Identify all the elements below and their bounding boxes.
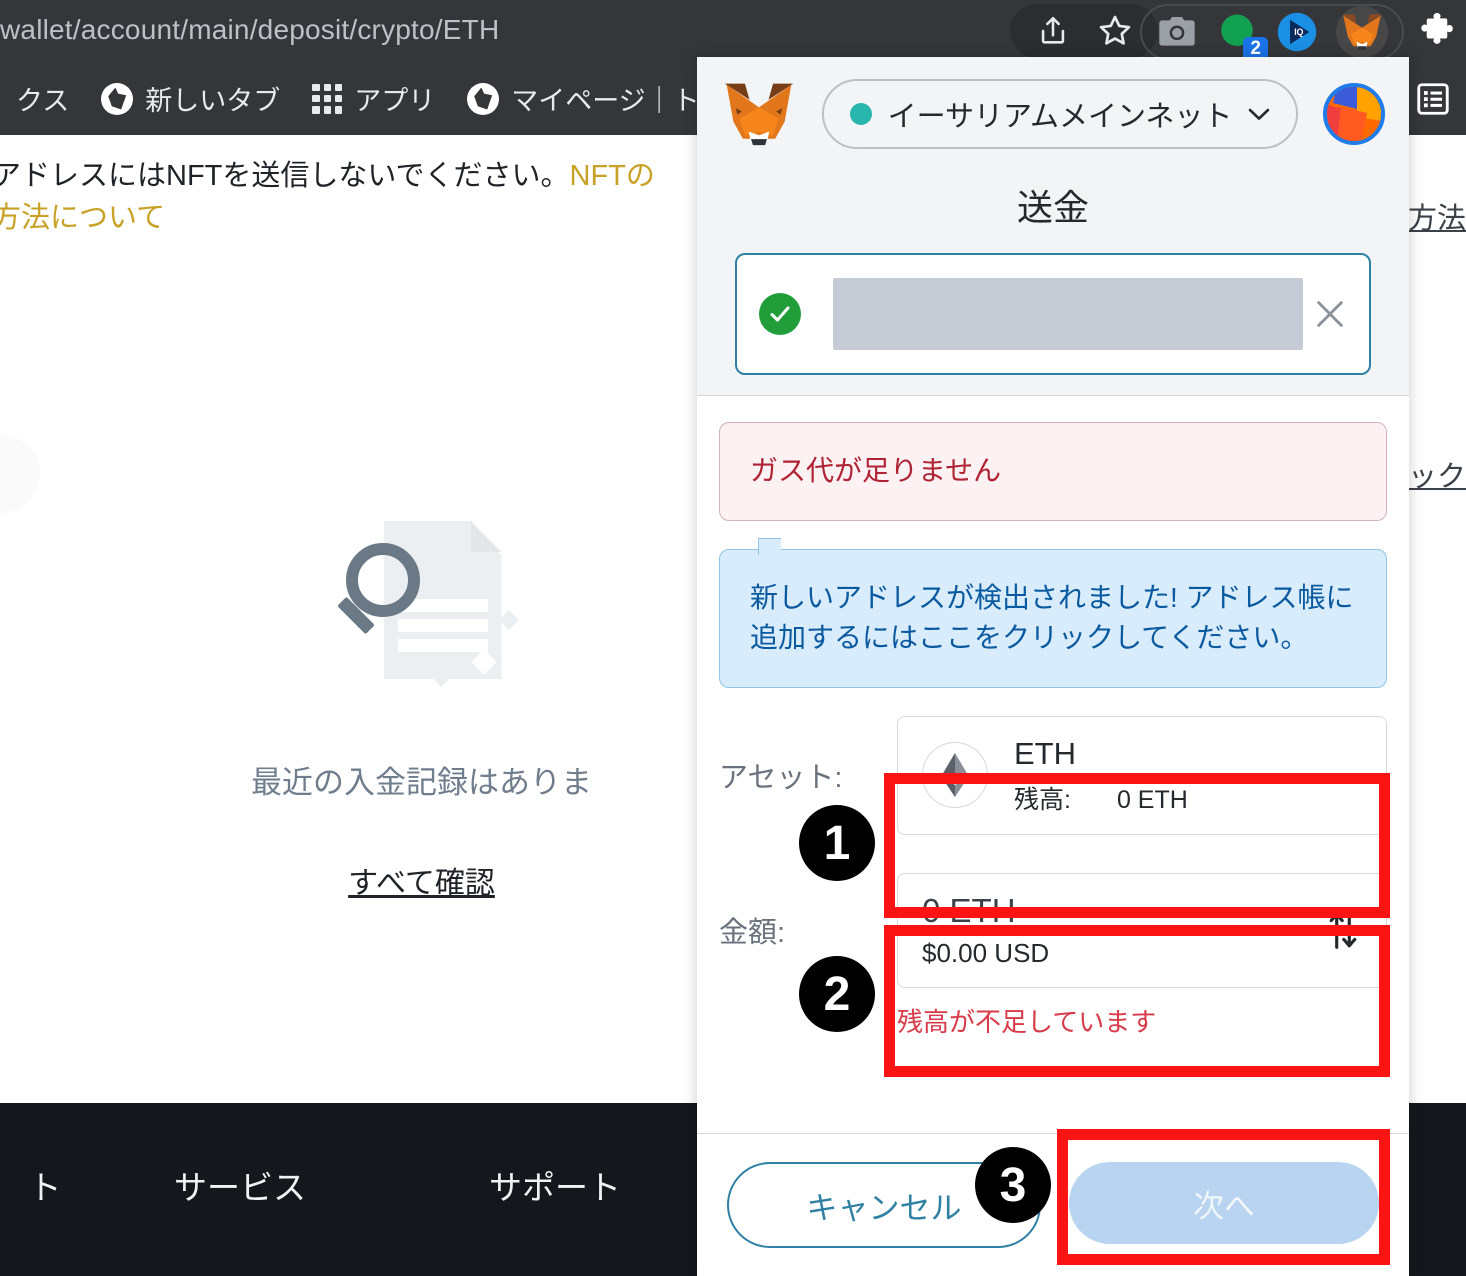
step-badge-2: 2 [799,956,875,1032]
asset-balance: 残高: 0 ETH [1014,780,1188,816]
footer-link-0[interactable]: ト [0,1161,90,1209]
gas-error-alert: ガス代が足りません [719,422,1387,521]
new-address-info-alert[interactable]: 新しいアドレスが検出されました! アドレス帳に追加するにはここをクリックしてくだ… [719,537,1387,688]
network-name: イーサリアムメインネット [887,101,1233,133]
bookmark-label: 新しいタブ [145,86,281,116]
step-badge-3: 3 [975,1147,1051,1223]
amount-secondary-value: $0.00 USD [922,937,1050,968]
metamask-body: ガス代が足りません 新しいアドレスが検出されました! アドレス帳に追加するにはこ… [697,396,1409,1133]
network-status-dot [849,103,872,125]
footer-link-1[interactable]: サービス [90,1161,390,1209]
globe-icon [467,82,500,115]
iq-extension-icon[interactable]: IQ [1276,11,1318,53]
bookmark-item-0[interactable]: クス [0,79,85,118]
swap-currency-icon[interactable] [1324,908,1362,952]
network-selector[interactable]: イーサリアムメインネット [821,79,1299,149]
share-icon[interactable] [1032,10,1074,52]
asset-symbol: ETH [1014,735,1076,771]
new-address-info-text: 新しいアドレスが検出されました! アドレス帳に追加するにはここをクリックしてくだ… [750,581,1354,654]
page-title: 送金 [1016,187,1089,228]
nft-warning-text: アドレスにはNFTを送信しないでください。NFTの 方法について [0,155,692,239]
amount-input[interactable]: 0 ETH $0.00 USD [897,872,1387,988]
view-all-link[interactable]: すべて確認 [348,858,495,902]
metamask-popup: イーサリアムメインネット 送金 ガス代が足りません 新しいアドレスが検出されまし… [697,57,1409,1276]
reading-list-icon[interactable] [1412,78,1454,120]
next-button[interactable]: 次へ [1069,1162,1379,1244]
url-action-group [1010,4,1158,58]
check-circle-icon [759,293,801,335]
empty-state: 最近の入金記録はありま すべて確認 [0,515,733,902]
footer-link-2[interactable]: サポート [390,1161,720,1209]
amount-label: 金額: [719,917,786,950]
amount-primary-value: 0 ETH [922,891,1016,929]
step-badge-1: 1 [799,805,875,881]
metamask-footer: キャンセル 次へ [697,1133,1409,1276]
bookmark-item-apps[interactable]: アプリ [296,79,451,118]
extensions-puzzle-icon[interactable] [1414,10,1460,56]
browser-url-bar: wallet/account/main/deposit/crypto/ETH 2… [0,0,1466,62]
alert-nub [758,537,781,555]
star-icon[interactable] [1094,10,1136,52]
metamask-fox-icon [721,79,797,149]
decorative-circle [0,435,40,513]
warning-link-2[interactable]: 方法について [0,202,165,234]
metamask-topbar: イーサリアムメインネット [721,79,1385,149]
no-records-illustration [322,515,532,715]
magnifier-icon [345,543,420,617]
chevron-down-icon [1248,108,1270,121]
warning-body: アドレスにはNFTを送信しないでください。 [0,160,570,192]
close-x-icon[interactable] [1313,297,1347,331]
metamask-fox-icon[interactable] [1336,6,1388,58]
url-text[interactable]: wallet/account/main/deposit/crypto/ETH [0,14,499,46]
balance-label: 残高: [1014,785,1071,814]
asset-label: アセット: [719,762,843,795]
screen-root: wallet/account/main/deposit/crypto/ETH 2… [0,0,1466,1276]
bookmark-item-new-tab[interactable]: 新しいタブ [85,79,296,118]
ethereum-diamond-icon [922,742,988,809]
amount-row: 金額: 0 ETH $0.00 USD [697,872,1409,988]
extensions-group: 2 IQ [1140,4,1404,61]
account-avatar[interactable] [1323,83,1385,145]
document-fold [470,521,502,552]
bookmark-label: アプリ [354,86,436,116]
globe-icon [101,82,134,115]
svg-text:IQ: IQ [1294,27,1303,37]
asset-selector[interactable]: ETH 残高: 0 ETH [897,715,1387,835]
recipient-address-value [833,278,1303,350]
warning-link[interactable]: NFTの [570,160,655,192]
apps-grid-icon [312,83,343,114]
recipient-address-field[interactable] [735,253,1371,375]
metamask-header: イーサリアムメインネット 送金 [697,57,1409,396]
camera-icon[interactable] [1156,11,1198,53]
balance-value: 0 ETH [1116,785,1188,814]
bookmark-label: クス [16,86,70,116]
green-extension-icon[interactable]: 2 [1216,11,1268,61]
empty-state-text: 最近の入金記録はありま [251,765,592,800]
asset-row: アセット: ETH 残高: 0 ETH [697,715,1409,835]
